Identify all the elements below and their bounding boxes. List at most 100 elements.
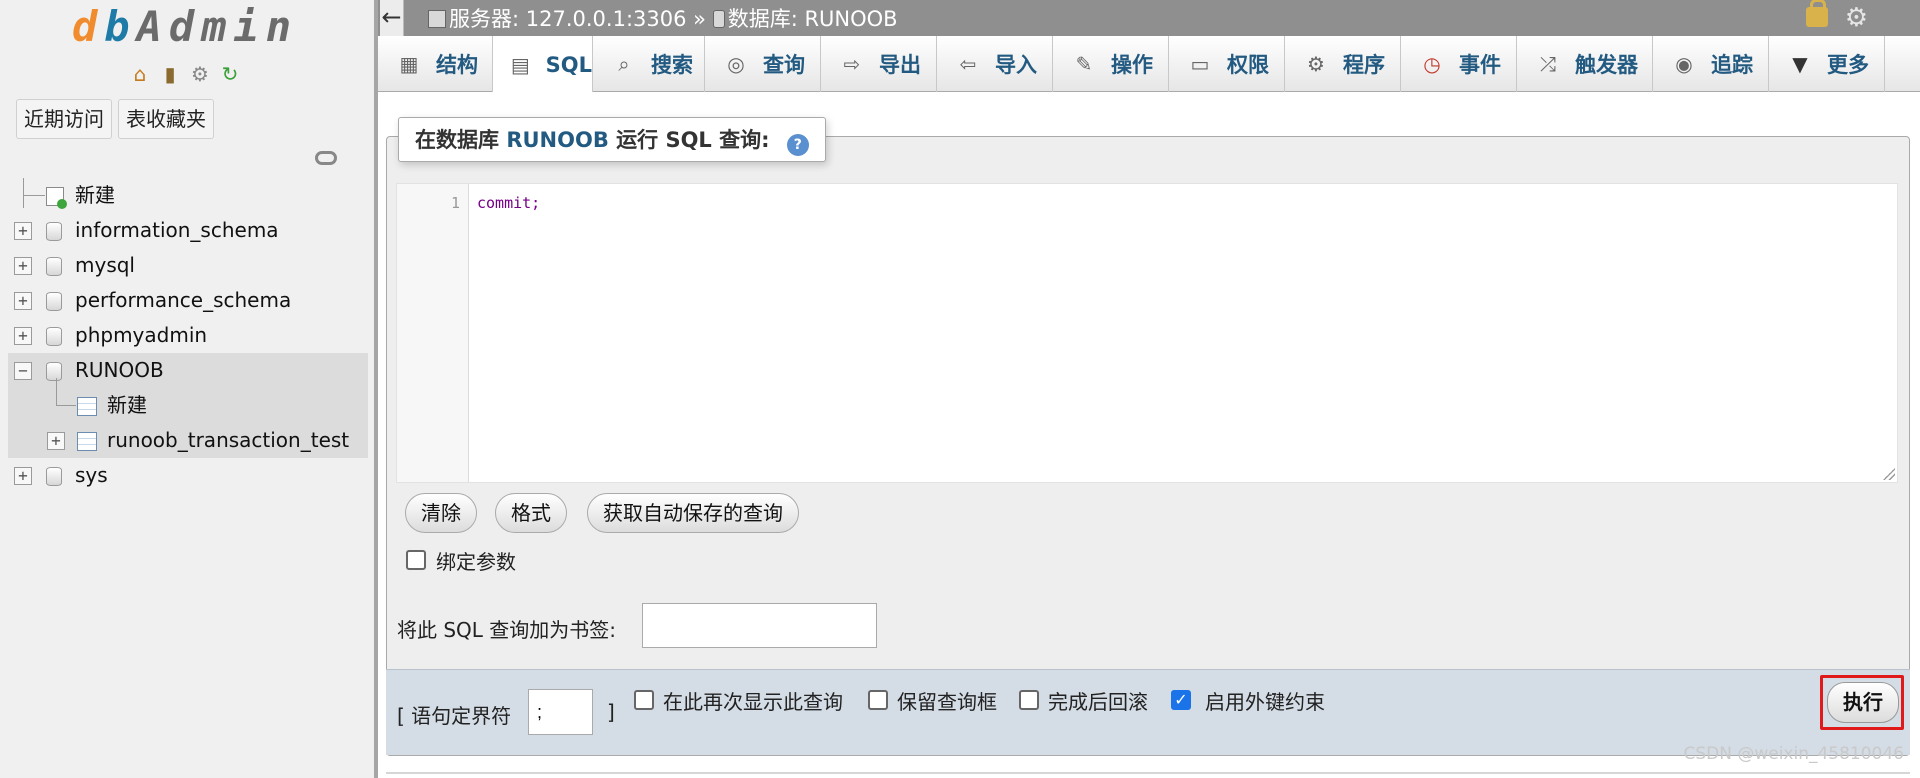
tab-more[interactable]: ▼ 更多 [1769, 36, 1885, 92]
line-number: 1 [450, 194, 460, 212]
dbadmin-logo[interactable]: dbAdmin [72, 2, 298, 51]
tree-label[interactable]: information_schema [75, 213, 279, 248]
link-icon[interactable] [315, 151, 337, 165]
tree-label[interactable]: performance_schema [75, 283, 291, 318]
tree-line [56, 405, 76, 406]
caret-down-icon: ▼ [1792, 52, 1808, 76]
sql-code[interactable]: commit; [477, 194, 540, 212]
breadcrumb-database[interactable]: 数据库: RUNOOB [728, 7, 898, 31]
tab-tracking[interactable]: ◉ 追踪 [1653, 36, 1769, 92]
tab-search[interactable]: ⌕ 搜索 [593, 36, 705, 92]
delimiter-close: ] [607, 700, 615, 724]
bookmark-input[interactable] [642, 603, 877, 648]
highlight-box [1820, 675, 1904, 730]
resize-grip-icon[interactable] [1883, 468, 1895, 480]
database-icon [46, 292, 62, 311]
database-icon [46, 222, 62, 241]
tab-query[interactable]: ◎ 查询 [705, 36, 821, 92]
tree-item-runoob-new[interactable]: 新建 [0, 378, 368, 423]
tab-privileges[interactable]: ▭ 权限 [1169, 36, 1285, 92]
line-number-gutter: 1 [397, 184, 469, 482]
fk-checks-checkbox[interactable]: ✓ [1171, 690, 1191, 710]
tab-label: 导入 [995, 53, 1037, 77]
tab-structure[interactable]: ▦ 结构 [378, 36, 493, 92]
tree-label[interactable]: RUNOOB [75, 353, 164, 388]
fk-checks-label: 启用外键约束 [1205, 690, 1325, 714]
lock-icon[interactable] [1806, 0, 1828, 27]
legend-db-name: RUNOOB [506, 128, 609, 152]
tab-label: 操作 [1111, 53, 1153, 77]
watermark: CSDN @weixin_45810046 [1683, 744, 1904, 764]
home-icon[interactable]: ⌂ [128, 62, 152, 86]
tree-label[interactable]: sys [75, 458, 108, 493]
clear-button[interactable]: 清除 [405, 493, 477, 533]
navigation-panel: dbAdmin ⌂ ▮ ⚙ ↻ 近期访问 表收藏夹 新建 + informati… [0, 0, 374, 778]
show-again-checkbox[interactable] [634, 690, 654, 710]
query-legend: 在数据库 RUNOOB 运行 SQL 查询: ? [398, 117, 826, 162]
help-icon[interactable]: ? [786, 134, 809, 156]
tree-label[interactable]: 新建 [75, 178, 115, 213]
wrench-icon: ✎ [1075, 52, 1093, 76]
recent-button[interactable]: 近期访问 [16, 99, 112, 139]
gear-icon[interactable]: ⚙ [1845, 2, 1868, 34]
tab-label: 结构 [436, 53, 478, 77]
breadcrumb-separator: » [693, 7, 707, 31]
database-icon [46, 257, 62, 276]
tree-item-performance-schema[interactable]: + performance_schema [0, 283, 368, 318]
tab-label: 触发器 [1575, 53, 1638, 77]
tree-item-mysql[interactable]: + mysql [0, 248, 368, 283]
back-arrow-icon[interactable]: ← [380, 0, 404, 36]
tab-events[interactable]: ◷ 事件 [1401, 36, 1517, 92]
expand-icon[interactable]: + [14, 257, 32, 275]
get-autosaved-query-button[interactable]: 获取自动保存的查询 [587, 493, 799, 533]
tab-routines[interactable]: ⚙ 程序 [1285, 36, 1401, 92]
bind-params-label: 绑定参数 [436, 550, 516, 574]
breadcrumb-server[interactable]: 服务器: 127.0.0.1:3306 [449, 7, 686, 31]
routines-icon: ⚙ [1307, 52, 1325, 76]
new-db-icon [46, 187, 67, 209]
expand-icon[interactable]: + [14, 467, 32, 485]
tree-item-phpmyadmin[interactable]: + phpmyadmin [0, 318, 368, 353]
search-icon: ⌕ [618, 52, 630, 76]
clock-icon: ◷ [1423, 52, 1441, 76]
tab-triggers[interactable]: ⤮ 触发器 [1517, 36, 1653, 92]
delimiter-input[interactable] [528, 689, 593, 735]
tab-operations[interactable]: ✎ 操作 [1053, 36, 1169, 92]
favorites-button[interactable]: 表收藏夹 [118, 99, 214, 139]
tree-line [23, 195, 45, 196]
keep-query-box-checkbox[interactable] [868, 690, 888, 710]
tab-label: 更多 [1827, 53, 1869, 77]
exit-icon[interactable]: ▮ [158, 62, 182, 86]
expand-icon[interactable]: + [47, 432, 65, 450]
tree-label[interactable]: 新建 [107, 388, 147, 423]
format-button[interactable]: 格式 [495, 493, 567, 533]
divider [386, 772, 1910, 774]
legend-prefix: 在数据库 [415, 128, 499, 152]
expand-icon[interactable]: + [14, 327, 32, 345]
settings-icon[interactable]: ⚙ [188, 62, 212, 86]
reload-icon[interactable]: ↻ [218, 62, 242, 86]
tab-import[interactable]: ⇦ 导入 [937, 36, 1053, 92]
expand-icon[interactable]: + [14, 222, 32, 240]
tree-label[interactable]: mysql [75, 248, 135, 283]
rollback-label: 完成后回滚 [1048, 690, 1148, 714]
tab-label: 追踪 [1711, 53, 1753, 77]
new-table-icon [77, 397, 97, 416]
collapse-icon[interactable]: − [14, 362, 32, 380]
tree-item-runoob-transaction-test[interactable]: + runoob_transaction_test [0, 423, 368, 458]
tree-item-information-schema[interactable]: + information_schema [0, 213, 368, 248]
nav-resize-handle[interactable] [374, 0, 378, 778]
tab-sql[interactable]: ▤ SQL [493, 36, 593, 93]
tree-label[interactable]: phpmyadmin [75, 318, 207, 353]
tree-item-sys[interactable]: + sys [0, 458, 368, 493]
bind-params-checkbox[interactable] [406, 550, 426, 570]
structure-icon: ▦ [399, 52, 419, 76]
tree-label[interactable]: runoob_transaction_test [107, 423, 349, 458]
sql-editor[interactable]: 1 commit; [396, 183, 1898, 483]
tree-line [56, 378, 57, 406]
tree-item-new[interactable]: 新建 [0, 178, 368, 213]
tab-label: 程序 [1343, 53, 1385, 77]
expand-icon[interactable]: + [14, 292, 32, 310]
tab-export[interactable]: ⇨ 导出 [821, 36, 937, 92]
rollback-checkbox[interactable] [1019, 690, 1039, 710]
